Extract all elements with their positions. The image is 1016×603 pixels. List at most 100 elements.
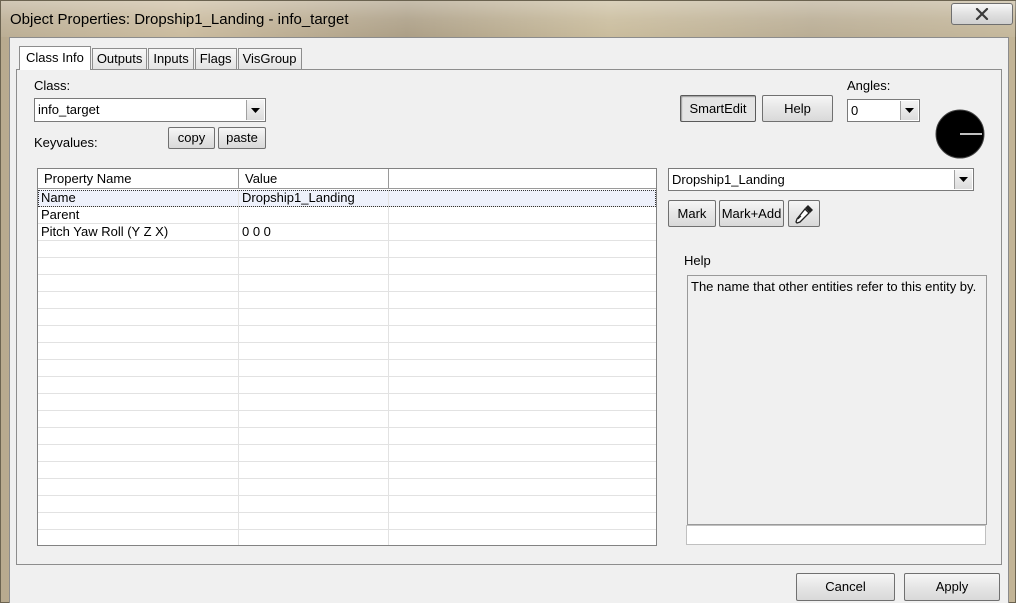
- class-info-panel-body: Class: info_target Keyvalues: copy paste…: [17, 70, 1001, 564]
- property-extra-cell: [389, 462, 656, 478]
- property-extra-cell: [389, 530, 656, 545]
- table-row[interactable]: [38, 241, 656, 258]
- property-name-cell: [38, 292, 239, 308]
- property-name-cell: [38, 513, 239, 529]
- property-value-cell: 0 0 0: [239, 224, 389, 240]
- property-name-cell: Parent: [38, 207, 239, 223]
- property-extra-cell: [389, 207, 656, 223]
- table-row[interactable]: [38, 292, 656, 309]
- property-extra-cell: [389, 360, 656, 376]
- angles-combobox-dropdown[interactable]: [900, 101, 918, 120]
- keyvalues-label: Keyvalues:: [34, 135, 98, 150]
- property-value-cell: [239, 343, 389, 359]
- property-name-cell: [38, 462, 239, 478]
- property-name-cell: [38, 275, 239, 291]
- table-row[interactable]: [38, 411, 656, 428]
- class-combobox[interactable]: info_target: [34, 98, 266, 122]
- property-name-cell: [38, 479, 239, 495]
- column-header-value[interactable]: Value: [239, 169, 389, 189]
- table-row[interactable]: Parent: [38, 207, 656, 224]
- property-extra-cell: [389, 309, 656, 325]
- eyedropper-button[interactable]: [788, 200, 820, 227]
- table-row[interactable]: Pitch Yaw Roll (Y Z X) 0 0 0: [38, 224, 656, 241]
- angles-combobox[interactable]: 0: [847, 99, 920, 122]
- table-row[interactable]: [38, 462, 656, 479]
- tab-visgroup[interactable]: VisGroup: [237, 48, 302, 69]
- property-extra-cell: [389, 394, 656, 410]
- table-row[interactable]: [38, 360, 656, 377]
- property-name-cell: [38, 241, 239, 257]
- table-row[interactable]: [38, 377, 656, 394]
- tab-flags[interactable]: Flags: [194, 48, 237, 69]
- property-value-cell: [239, 377, 389, 393]
- angle-dial-icon[interactable]: [934, 108, 986, 160]
- property-list-body: Name Dropship1_Landing Parent Pitch Yaw Rol…: [38, 190, 656, 545]
- property-extra-cell: [389, 224, 656, 240]
- class-combobox-value: info_target: [38, 102, 100, 117]
- property-list-header: Property Name Value: [38, 169, 656, 189]
- smartedit-button[interactable]: SmartEdit: [680, 95, 756, 122]
- property-extra-cell: [389, 479, 656, 495]
- property-name-cell: [38, 258, 239, 274]
- table-row[interactable]: [38, 275, 656, 292]
- class-combobox-dropdown[interactable]: [246, 100, 264, 120]
- property-extra-cell: [389, 377, 656, 393]
- help-button[interactable]: Help: [762, 95, 833, 122]
- chevron-down-icon: [959, 177, 968, 182]
- property-extra-cell: [389, 343, 656, 359]
- table-row[interactable]: [38, 530, 656, 545]
- table-row[interactable]: [38, 445, 656, 462]
- property-extra-cell: [389, 258, 656, 274]
- close-button[interactable]: [951, 3, 1013, 25]
- table-row[interactable]: [38, 428, 656, 445]
- close-icon: [975, 8, 989, 20]
- mark-button[interactable]: Mark: [668, 200, 716, 227]
- property-value-cell: Dropship1_Landing: [239, 190, 389, 206]
- property-list[interactable]: Property Name Value Name Dropship1_Landin…: [37, 168, 657, 546]
- property-value-cell: [239, 360, 389, 376]
- table-row[interactable]: [38, 343, 656, 360]
- table-row[interactable]: [38, 258, 656, 275]
- property-value-cell: [239, 394, 389, 410]
- angles-label: Angles:: [847, 78, 891, 93]
- table-row[interactable]: [38, 513, 656, 530]
- column-header-property-name[interactable]: Property Name: [38, 169, 239, 189]
- apply-button[interactable]: Apply: [904, 573, 1000, 601]
- property-value-cell: [239, 241, 389, 257]
- property-value-cell: [239, 309, 389, 325]
- class-label: Class:: [34, 78, 71, 93]
- mark-add-button[interactable]: Mark+Add: [719, 200, 784, 227]
- table-row[interactable]: [38, 496, 656, 513]
- eyedropper-icon: [795, 205, 813, 224]
- cancel-button[interactable]: Cancel: [796, 573, 895, 601]
- title-bar[interactable]: Object Properties: Dropship1_Landing - i…: [1, 1, 1016, 37]
- target-name-combobox[interactable]: Dropship1_Landing: [668, 168, 974, 191]
- property-extra-cell: [389, 275, 656, 291]
- paste-button[interactable]: paste: [218, 127, 266, 149]
- table-row[interactable]: [38, 479, 656, 496]
- property-extra-cell: [389, 496, 656, 512]
- tab-inputs[interactable]: Inputs: [148, 48, 194, 69]
- property-value-cell: [239, 326, 389, 342]
- property-value-cell: [239, 530, 389, 545]
- table-row[interactable]: [38, 394, 656, 411]
- help-footer-field: [686, 525, 986, 545]
- property-name-cell: [38, 428, 239, 444]
- property-name-cell: [38, 309, 239, 325]
- tab-class-info[interactable]: Class Info: [19, 46, 91, 70]
- table-row[interactable]: Name Dropship1_Landing: [38, 190, 656, 207]
- property-value-cell: [239, 411, 389, 427]
- property-extra-cell: [389, 241, 656, 257]
- property-name-cell: [38, 343, 239, 359]
- tab-outputs[interactable]: Outputs: [91, 48, 148, 69]
- chevron-down-icon: [251, 107, 260, 113]
- property-name-cell: [38, 360, 239, 376]
- target-name-combobox-dropdown[interactable]: [954, 170, 972, 189]
- table-row[interactable]: [38, 326, 656, 343]
- property-name-cell: [38, 377, 239, 393]
- property-extra-cell: [389, 292, 656, 308]
- property-extra-cell: [389, 428, 656, 444]
- help-text-box: The name that other entities refer to th…: [687, 275, 987, 525]
- table-row[interactable]: [38, 309, 656, 326]
- copy-button[interactable]: copy: [168, 127, 215, 149]
